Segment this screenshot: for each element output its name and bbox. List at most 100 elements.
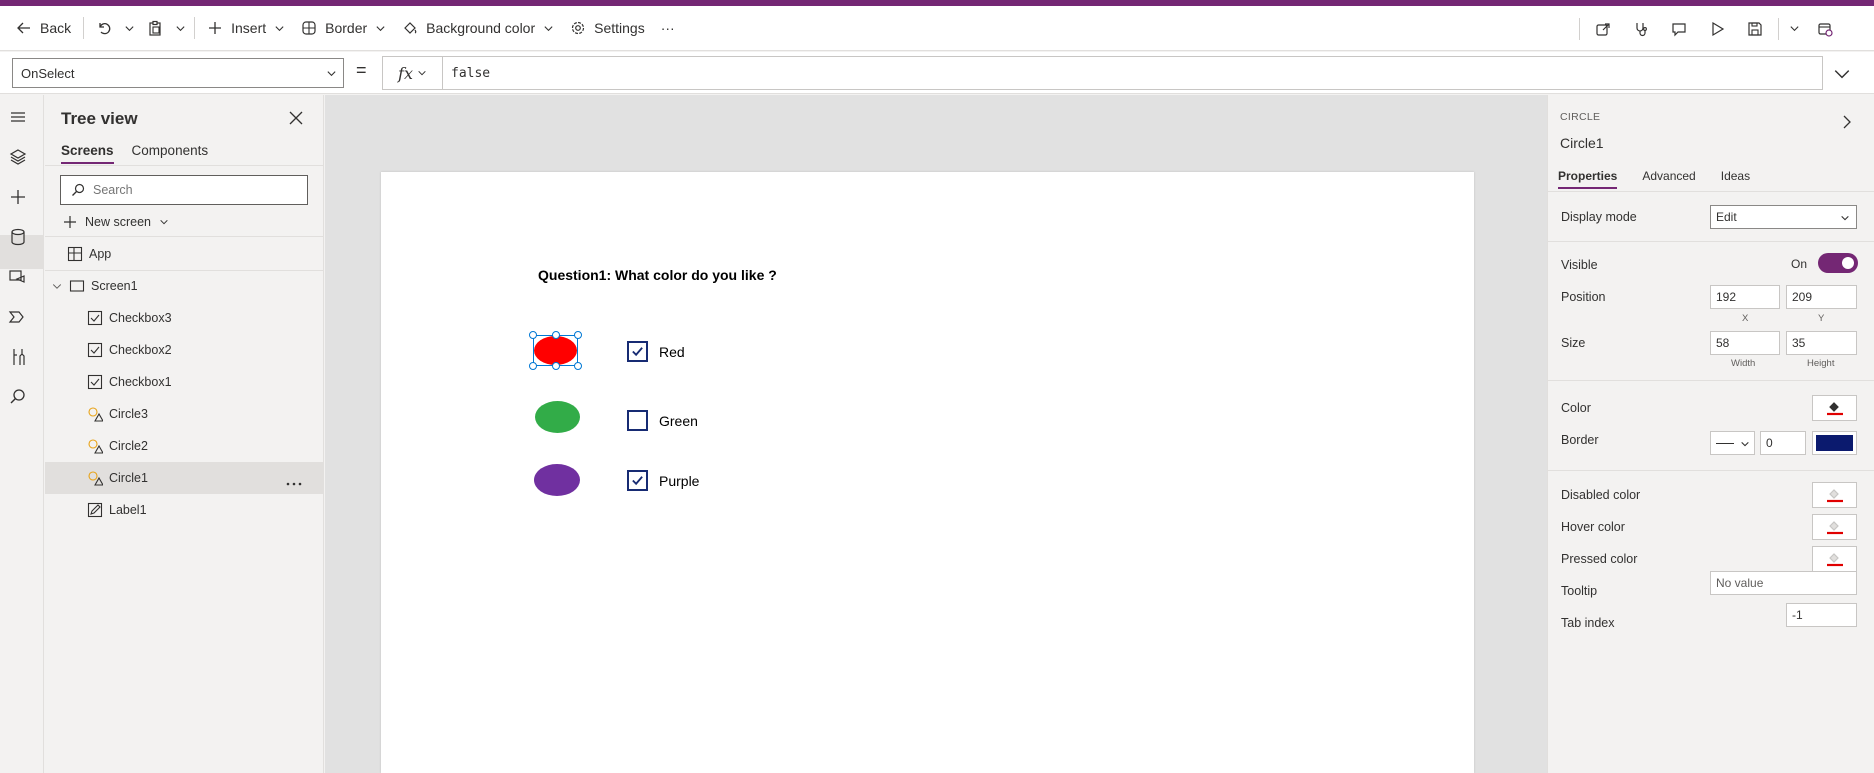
tree-item-label1[interactable]: Label1 (45, 494, 324, 526)
tree-view-title: Tree view (61, 109, 138, 128)
screen-icon (69, 280, 85, 292)
tab-components[interactable]: Components (132, 143, 209, 164)
publish-icon (1818, 22, 1833, 37)
tab-screens[interactable]: Screens (61, 143, 114, 164)
divider (1579, 17, 1580, 40)
checkbox-red[interactable] (627, 341, 648, 362)
tree-item-app[interactable]: App (45, 238, 324, 270)
circle-purple[interactable] (534, 464, 580, 496)
undo-dropdown[interactable] (120, 12, 139, 44)
checkbox-green-label[interactable]: Green (659, 413, 698, 429)
border-color-picker[interactable] (1812, 431, 1857, 455)
app-screen[interactable]: Question1: What color do you like ? Red … (381, 172, 1474, 773)
divider (83, 17, 85, 39)
resize-handle[interactable] (529, 331, 537, 339)
paste-dropdown[interactable] (171, 12, 190, 44)
resize-handle[interactable] (574, 331, 582, 339)
tab-advanced[interactable]: Advanced (1642, 169, 1695, 189)
tab-index-input[interactable]: -1 (1786, 603, 1857, 627)
save-button[interactable] (1736, 13, 1774, 45)
background-color-button[interactable]: Background color (394, 12, 562, 44)
media-icon[interactable] (8, 267, 28, 287)
width-value: 58 (1716, 336, 1730, 350)
checkbox-red-label[interactable]: Red (659, 344, 685, 360)
border-width-value: 0 (1766, 436, 1773, 450)
visible-toggle[interactable] (1818, 253, 1858, 273)
back-button[interactable]: Back (8, 12, 79, 44)
chevron-right-icon[interactable] (1840, 115, 1854, 129)
formula-input[interactable]: fx false (382, 56, 1823, 90)
insert-button[interactable]: Insert (199, 12, 293, 44)
tree-item-checkbox1[interactable]: Checkbox1 (45, 366, 324, 398)
y-caption: Y (1818, 313, 1825, 324)
border-button[interactable]: Border (293, 12, 394, 44)
tree-item-checkbox2[interactable]: Checkbox2 (45, 334, 324, 366)
hover-color-picker[interactable] (1812, 514, 1857, 540)
resize-handle[interactable] (552, 331, 560, 339)
tree-item-circle3[interactable]: Circle3 (45, 398, 324, 430)
save-dropdown[interactable] (1783, 13, 1806, 45)
plus-icon[interactable] (8, 187, 28, 207)
tab-properties[interactable]: Properties (1558, 169, 1618, 189)
checkmark-icon (632, 347, 643, 357)
more-commands-button[interactable]: ··· (653, 12, 683, 44)
app-checker-button[interactable] (1622, 13, 1660, 45)
resize-handle[interactable] (574, 362, 582, 370)
close-icon[interactable] (289, 111, 303, 125)
control-name[interactable]: Circle1 (1560, 135, 1604, 151)
width-input[interactable]: 58 (1710, 331, 1780, 355)
settings-button[interactable]: Settings (562, 12, 653, 44)
position-x-input[interactable]: 192 (1710, 285, 1780, 309)
publish-button[interactable] (1806, 13, 1844, 45)
more-options-icon[interactable] (286, 476, 302, 492)
formula-text[interactable]: false (443, 66, 490, 81)
preview-button[interactable] (1698, 13, 1736, 45)
pressed-color-picker[interactable] (1812, 546, 1857, 572)
search-icon[interactable] (8, 387, 28, 407)
tab-ideas[interactable]: Ideas (1721, 169, 1750, 189)
more-label: ··· (660, 20, 675, 36)
chevron-down-icon (176, 25, 185, 31)
property-dropdown[interactable]: OnSelect (12, 58, 344, 88)
tree-item-checkbox3[interactable]: Checkbox3 (45, 302, 324, 334)
tree-item-label: Screen1 (91, 279, 138, 293)
hamburger-icon[interactable] (8, 107, 28, 127)
tree-item-circle2[interactable]: Circle2 (45, 430, 324, 462)
shapes-icon (88, 439, 103, 454)
question-label[interactable]: Question1: What color do you like ? (538, 267, 777, 283)
display-mode-dropdown[interactable]: Edit (1710, 205, 1857, 229)
expand-formula-icon[interactable] (1833, 65, 1851, 83)
checkbox-purple[interactable] (627, 470, 648, 491)
tree-item-circle1[interactable]: Circle1 (45, 462, 324, 494)
border-style-dropdown[interactable] (1710, 431, 1755, 455)
comments-button[interactable] (1660, 13, 1698, 45)
tree-item-label: Checkbox3 (109, 311, 172, 325)
layers-icon[interactable] (8, 147, 28, 167)
undo-button[interactable] (88, 12, 120, 44)
play-icon (1712, 21, 1725, 36)
circle-green[interactable] (535, 401, 580, 433)
checkbox-purple-label[interactable]: Purple (659, 473, 699, 489)
new-screen-button[interactable]: New screen (63, 211, 169, 233)
disabled-color-picker[interactable] (1812, 482, 1857, 508)
divider (1548, 241, 1874, 242)
resize-handle[interactable] (552, 362, 560, 370)
tree-item-label: Label1 (109, 503, 147, 517)
tools-icon[interactable] (8, 347, 28, 367)
power-automate-icon[interactable] (8, 307, 28, 327)
tooltip-input[interactable]: No value (1710, 571, 1857, 595)
fx-button[interactable]: fx (383, 57, 443, 89)
position-y-input[interactable]: 209 (1786, 285, 1857, 309)
display-mode-value: Edit (1716, 210, 1737, 224)
tree-search-box[interactable] (60, 175, 308, 205)
paste-button[interactable] (139, 12, 171, 44)
resize-handle[interactable] (529, 362, 537, 370)
height-input[interactable]: 35 (1786, 331, 1857, 355)
color-picker-button[interactable] (1812, 395, 1857, 421)
checkbox-green[interactable] (627, 410, 648, 431)
database-icon[interactable] (8, 227, 28, 247)
search-input[interactable] (93, 183, 293, 197)
tree-item-screen1[interactable]: Screen1 (45, 270, 324, 302)
share-button[interactable] (1584, 13, 1622, 45)
border-width-input[interactable]: 0 (1760, 431, 1806, 455)
